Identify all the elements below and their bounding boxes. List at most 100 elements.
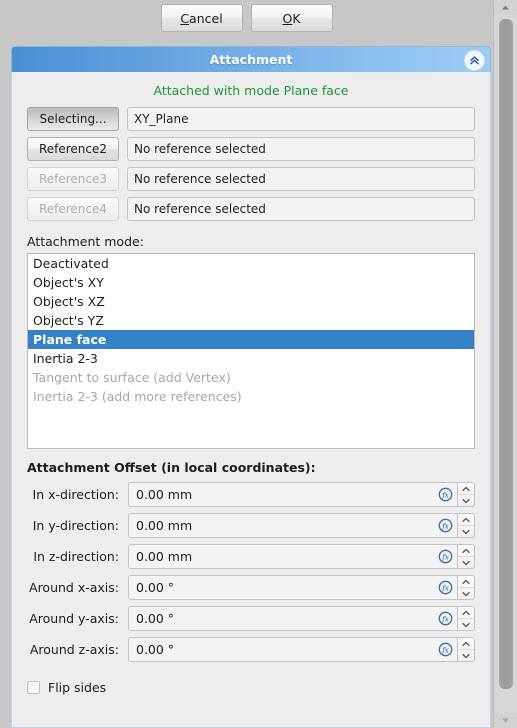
svg-text:fx: fx — [441, 646, 449, 654]
chevron-up-icon[interactable] — [458, 514, 474, 525]
reference1-field[interactable]: XY_Plane — [127, 107, 475, 131]
spinner-buttons — [458, 575, 475, 600]
flip-sides-row: Flip sides — [12, 668, 490, 695]
reference-row-4: Reference4 No reference selected — [12, 197, 490, 221]
offset-label-z-axis: Around z-axis: — [29, 642, 119, 657]
vertical-scrollbar[interactable] — [493, 0, 517, 728]
reference4-button: Reference4 — [27, 197, 119, 221]
chevron-down-icon[interactable] — [458, 618, 474, 630]
offset-row-x-direction: In x-direction: 0.00 mm fx — [12, 482, 490, 507]
chevron-down-icon[interactable] — [458, 556, 474, 568]
offset-input-z-axis[interactable]: 0.00 ° fx — [128, 637, 458, 662]
cancel-button-mnemonic: C — [180, 10, 190, 26]
ok-button[interactable]: OK — [250, 4, 333, 32]
fx-expression-icon[interactable]: fx — [438, 642, 453, 657]
list-item[interactable]: Deactivated — [28, 254, 474, 273]
chevron-down-icon[interactable] — [458, 525, 474, 537]
offset-input-y-direction[interactable]: 0.00 mm fx — [128, 513, 458, 538]
fx-expression-icon[interactable]: fx — [438, 611, 453, 626]
svg-text:fx: fx — [441, 584, 449, 592]
chevron-up-icon[interactable] — [458, 607, 474, 618]
fx-expression-icon[interactable]: fx — [438, 487, 453, 502]
chevron-down-icon[interactable] — [458, 587, 474, 599]
offset-value-y-direction: 0.00 mm — [136, 518, 193, 533]
list-item[interactable]: Object's XY — [28, 273, 474, 292]
panel-title-text: Attachment — [209, 52, 293, 67]
double-chevron-up-icon[interactable] — [464, 50, 485, 71]
list-item-disabled: Inertia 2-3 (add more references) — [33, 389, 242, 404]
chevron-up-icon[interactable] — [458, 545, 474, 556]
flip-sides-label: Flip sides — [48, 680, 107, 695]
offset-value-z-direction: 0.00 mm — [136, 549, 193, 564]
list-item[interactable]: Object's YZ — [28, 311, 474, 330]
offset-spinbox-y-direction: 0.00 mm fx — [128, 513, 475, 538]
offset-spinbox-x-direction: 0.00 mm fx — [128, 482, 475, 507]
flip-sides-checkbox[interactable] — [27, 681, 40, 694]
offset-value-y-axis: 0.00 ° — [136, 611, 175, 626]
scroll-down-arrow-icon[interactable] — [494, 713, 517, 728]
offset-row-x-axis: Around x-axis: 0.00 ° fx — [12, 575, 490, 600]
attachment-mode-list[interactable]: Deactivated Object's XY Object's XZ Obje… — [27, 253, 475, 449]
svg-text:fx: fx — [441, 615, 449, 623]
list-item-selected[interactable]: Plane face — [28, 330, 474, 349]
scrollbar-thumb[interactable] — [499, 19, 513, 689]
chevron-down-icon[interactable] — [458, 494, 474, 506]
reference4-field[interactable]: No reference selected — [127, 197, 475, 221]
ok-button-mnemonic: O — [282, 10, 293, 26]
list-item[interactable]: Object's XZ — [28, 292, 474, 311]
reference2-button[interactable]: Reference2 — [27, 137, 119, 161]
scroll-up-arrow-icon[interactable] — [494, 0, 517, 15]
cancel-button[interactable]: Cancel — [160, 4, 243, 32]
spinner-buttons — [458, 513, 475, 538]
offset-row-y-axis: Around y-axis: 0.00 ° fx — [12, 606, 490, 631]
chevron-down-icon[interactable] — [458, 649, 474, 661]
spinner-buttons — [458, 637, 475, 662]
offset-label-y-axis: Around y-axis: — [29, 611, 119, 626]
offset-row-y-direction: In y-direction: 0.00 mm fx — [12, 513, 490, 538]
attachment-panel: Attachment Attached with mode Plane face… — [11, 46, 491, 728]
dialog-button-bar: Cancel OK — [0, 0, 493, 38]
spinner-buttons — [458, 544, 475, 569]
offset-spinbox-z-direction: 0.00 mm fx — [128, 544, 475, 569]
offset-spinbox-y-axis: 0.00 ° fx — [128, 606, 475, 631]
chevron-up-icon[interactable] — [458, 638, 474, 649]
cancel-button-label: ancel — [189, 10, 223, 26]
offset-label-z-direction: In z-direction: — [33, 549, 119, 564]
svg-text:fx: fx — [441, 491, 449, 499]
offset-value-x-direction: 0.00 mm — [136, 487, 193, 502]
reference3-field[interactable]: No reference selected — [127, 167, 475, 191]
offset-label-x-axis: Around x-axis: — [29, 580, 119, 595]
reference-row-3: Reference3 No reference selected — [12, 167, 490, 191]
reference2-field[interactable]: No reference selected — [127, 137, 475, 161]
offset-label-x-direction: In x-direction: — [32, 487, 119, 502]
reference1-button[interactable]: Selecting... — [27, 107, 119, 131]
offset-input-z-direction[interactable]: 0.00 mm fx — [128, 544, 458, 569]
attachment-mode-label: Attachment mode: — [27, 234, 144, 249]
spinner-buttons — [458, 606, 475, 631]
list-item[interactable]: Inertia 2-3 — [28, 349, 474, 368]
reference-row-2: Reference2 No reference selected — [12, 137, 490, 161]
ok-button-label: K — [292, 10, 301, 26]
fx-expression-icon[interactable]: fx — [438, 518, 453, 533]
attachment-status-text: Attached with mode Plane face — [153, 83, 349, 98]
attachment-panel-body: Attached with mode Plane face Selecting.… — [12, 72, 490, 727]
fx-expression-icon[interactable]: fx — [438, 580, 453, 595]
offset-input-x-direction[interactable]: 0.00 mm fx — [128, 482, 458, 507]
reference3-button: Reference3 — [27, 167, 119, 191]
offset-row-z-axis: Around z-axis: 0.00 ° fx — [12, 637, 490, 662]
list-item-disabled: Tangent to surface (add Vertex) — [33, 370, 231, 385]
offset-row-z-direction: In z-direction: 0.00 mm fx — [12, 544, 490, 569]
attachment-panel-titlebar: Attachment — [11, 46, 491, 72]
offset-label-y-direction: In y-direction: — [32, 518, 119, 533]
fx-expression-icon[interactable]: fx — [438, 549, 453, 564]
svg-text:fx: fx — [441, 522, 449, 530]
chevron-up-icon[interactable] — [458, 576, 474, 587]
reference-row-1: Selecting... XY_Plane — [12, 107, 490, 131]
attachment-offset-title: Attachment Offset (in local coordinates)… — [27, 460, 316, 475]
svg-text:fx: fx — [441, 553, 449, 561]
chevron-up-icon[interactable] — [458, 483, 474, 494]
offset-input-x-axis[interactable]: 0.00 ° fx — [128, 575, 458, 600]
offset-value-x-axis: 0.00 ° — [136, 580, 175, 595]
offset-value-z-axis: 0.00 ° — [136, 642, 175, 657]
offset-input-y-axis[interactable]: 0.00 ° fx — [128, 606, 458, 631]
